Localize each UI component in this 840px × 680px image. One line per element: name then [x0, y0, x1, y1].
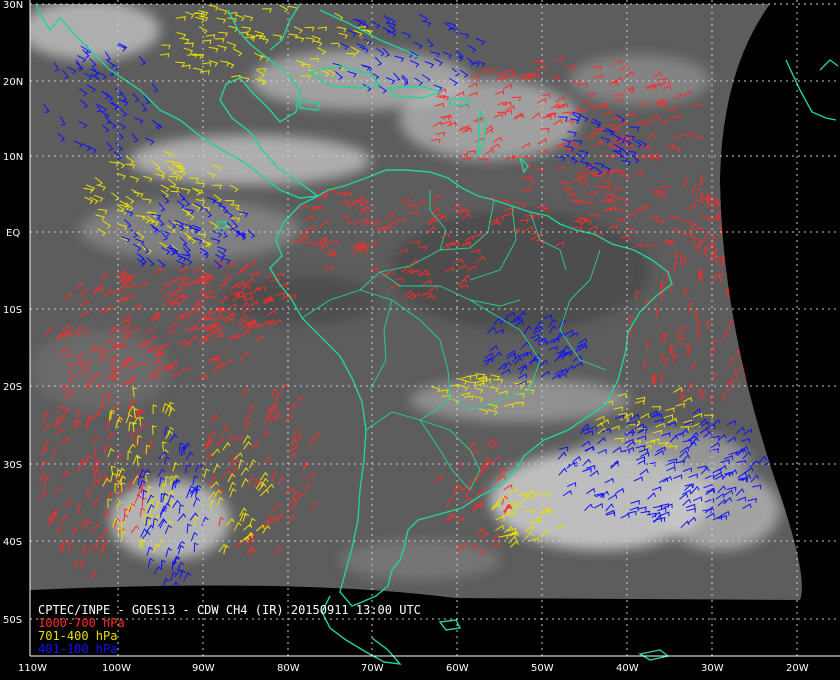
- lat-label: 30S: [3, 460, 22, 471]
- lat-label: 10S: [3, 305, 22, 316]
- legend-high-level: 401-100 hPa: [38, 642, 118, 656]
- lat-label: 50S: [3, 615, 22, 626]
- lon-label: 110W: [18, 663, 47, 674]
- lon-label: 40W: [616, 663, 639, 674]
- lon-label: 30W: [701, 663, 724, 674]
- lat-label: 20N: [3, 77, 23, 88]
- lat-label: EQ: [6, 228, 20, 239]
- lon-label: 80W: [277, 663, 300, 674]
- lon-label: 60W: [446, 663, 469, 674]
- lat-label: 40S: [3, 537, 22, 548]
- satellite-image: [30, 4, 802, 600]
- lon-label: 90W: [192, 663, 215, 674]
- lat-label: 30N: [3, 0, 23, 11]
- satellite-wind-map: 30N 20N 10N EQ 10S 20S 30S 40S 50S 110W …: [0, 0, 840, 680]
- lon-label: 100W: [102, 663, 131, 674]
- lat-label: 20S: [3, 382, 22, 393]
- lon-label: 50W: [531, 663, 554, 674]
- lat-label: 10N: [3, 152, 23, 163]
- lon-label: 70W: [361, 663, 384, 674]
- lon-label: 20W: [786, 663, 809, 674]
